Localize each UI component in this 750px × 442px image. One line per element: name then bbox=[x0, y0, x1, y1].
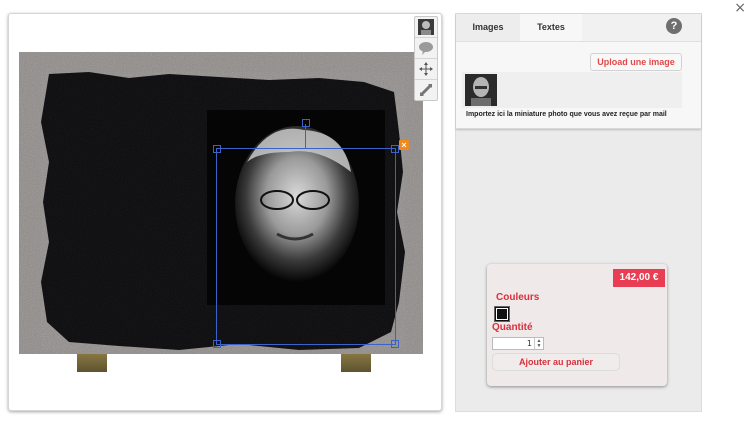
avatar-tool[interactable] bbox=[415, 17, 437, 38]
plaque-preview: × bbox=[19, 52, 423, 372]
editor-toolbar bbox=[414, 16, 438, 101]
resize-handle-tl[interactable] bbox=[213, 145, 221, 153]
avatar-icon bbox=[418, 19, 434, 35]
tab-textes[interactable]: Textes bbox=[520, 14, 582, 41]
plaque-leg-left bbox=[77, 352, 107, 372]
tab-images[interactable]: Images bbox=[456, 14, 521, 41]
editor-canvas[interactable]: × bbox=[8, 13, 442, 411]
rotate-handle[interactable] bbox=[302, 119, 310, 127]
move-icon bbox=[419, 62, 433, 76]
photo-selection-frame[interactable] bbox=[213, 145, 399, 348]
close-window-icon[interactable]: × bbox=[734, 0, 746, 16]
cart-box: 142,00 € Couleurs Quantité 1 ▲ ▼ Ajouter … bbox=[487, 264, 667, 386]
move-tool[interactable] bbox=[415, 59, 437, 80]
quantity-label: Quantité bbox=[492, 322, 533, 333]
quantity-value: 1 bbox=[526, 339, 532, 348]
color-swatch-black[interactable] bbox=[494, 306, 510, 322]
add-to-cart-button[interactable]: Ajouter au panier bbox=[492, 353, 620, 371]
resize-handle-bl[interactable] bbox=[213, 340, 221, 348]
upload-hint: Importez ici la miniature photo que vous… bbox=[466, 111, 667, 118]
price-badge: 142,00 € bbox=[613, 269, 665, 287]
photo-thumbnail[interactable] bbox=[465, 74, 497, 106]
delete-photo-button[interactable]: × bbox=[399, 140, 409, 150]
rotate-connector bbox=[305, 124, 306, 148]
resize-handle-tr[interactable] bbox=[391, 145, 399, 153]
colors-label: Couleurs bbox=[496, 292, 540, 303]
help-icon[interactable]: ? bbox=[666, 18, 682, 34]
upload-image-button[interactable]: Upload une image bbox=[590, 53, 682, 71]
thumbnail-row bbox=[462, 72, 682, 108]
speech-bubble-icon bbox=[419, 42, 433, 55]
stepper-arrows[interactable]: ▲ ▼ bbox=[534, 338, 543, 349]
image-tab-panel: Images Textes ? Upload une image Importe… bbox=[456, 14, 701, 129]
resize-tool[interactable] bbox=[415, 80, 437, 100]
resize-handle-br[interactable] bbox=[391, 340, 399, 348]
plaque-leg-right bbox=[341, 352, 371, 372]
text-tool[interactable] bbox=[415, 38, 437, 59]
quantity-stepper[interactable]: 1 ▲ ▼ bbox=[492, 337, 544, 350]
resize-icon bbox=[419, 83, 433, 97]
